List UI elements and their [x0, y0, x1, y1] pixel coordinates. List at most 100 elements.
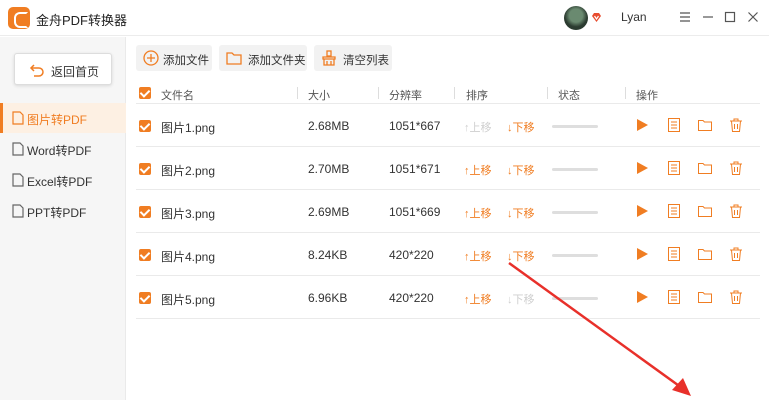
folder-icon — [226, 52, 242, 65]
move-up-button[interactable]: ↑上移 — [464, 205, 492, 221]
document-icon[interactable] — [666, 289, 682, 305]
add-folder-label: 添加文件夹 — [248, 55, 306, 67]
header-status: 状态 — [558, 90, 580, 102]
file-name: 图片5.png — [161, 293, 216, 307]
back-home-label: 返回首页 — [51, 65, 100, 79]
vip-badge-icon[interactable] — [591, 12, 602, 23]
clear-list-button[interactable]: 清空列表 — [314, 45, 392, 71]
file-name: 图片2.png — [161, 164, 216, 178]
conversion-progress-bar — [552, 125, 598, 128]
file-size: 2.69MB — [308, 205, 350, 219]
username[interactable]: Lyan — [621, 10, 647, 24]
document-icon — [12, 142, 24, 156]
sidebar: 返回首页 图片转PDF Word转PDF Excel转PDF PPT转PDF — [0, 37, 126, 400]
conversion-progress-bar — [552, 211, 598, 214]
move-down-button[interactable]: ↓下移 — [507, 291, 535, 307]
file-size: 8.24KB — [308, 248, 348, 262]
play-icon[interactable] — [634, 203, 650, 219]
menu-icon[interactable] — [677, 9, 693, 25]
back-arrow-icon — [29, 64, 44, 77]
folder-icon[interactable] — [697, 289, 713, 305]
app-title: 金舟PDF转换器 — [36, 13, 128, 28]
move-down-button[interactable]: ↓下移 — [507, 205, 535, 221]
column-divider — [378, 87, 379, 99]
sidebar-item-image-to-pdf[interactable]: 图片转PDF — [0, 103, 126, 133]
document-icon[interactable] — [666, 160, 682, 176]
move-down-button[interactable]: ↓下移 — [507, 248, 535, 264]
file-resolution: 420*220 — [389, 248, 434, 262]
move-up-button[interactable]: ↑上移 — [464, 248, 492, 264]
add-folder-button[interactable]: 添加文件夹 — [219, 45, 307, 71]
trash-icon[interactable] — [728, 246, 744, 262]
header-filename: 文件名 — [161, 90, 194, 102]
minimize-icon[interactable] — [700, 9, 716, 25]
file-size: 2.68MB — [308, 119, 350, 133]
conversion-progress-bar — [552, 168, 598, 171]
maximize-icon[interactable] — [722, 9, 738, 25]
sidebar-item-label: 图片转PDF — [27, 113, 88, 127]
table-row[interactable]: 图片1.png 2.68MB 1051*667 ↑上移 ↓下移 — [136, 104, 760, 147]
column-divider — [625, 87, 626, 99]
row-checkbox[interactable] — [139, 163, 151, 175]
header-sort: 排序 — [466, 90, 488, 102]
select-all-checkbox[interactable] — [139, 87, 151, 99]
folder-icon[interactable] — [697, 160, 713, 176]
header-resolution: 分辨率 — [389, 90, 422, 102]
row-checkbox[interactable] — [139, 249, 151, 261]
row-checkbox[interactable] — [139, 206, 151, 218]
user-avatar[interactable] — [564, 6, 588, 30]
document-icon[interactable] — [666, 117, 682, 133]
move-down-button[interactable]: ↓下移 — [507, 119, 535, 135]
folder-icon[interactable] — [697, 203, 713, 219]
folder-icon[interactable] — [697, 246, 713, 262]
add-circle-icon — [143, 50, 159, 66]
document-icon[interactable] — [666, 246, 682, 262]
document-icon — [12, 173, 24, 187]
play-icon[interactable] — [634, 289, 650, 305]
sidebar-item-word-to-pdf[interactable]: Word转PDF — [0, 134, 126, 164]
play-icon[interactable] — [634, 117, 650, 133]
add-file-label: 添加文件 — [163, 55, 209, 67]
table-row[interactable]: 图片5.png 6.96KB 420*220 ↑上移 ↓下移 — [136, 276, 760, 319]
document-icon[interactable] — [666, 203, 682, 219]
broom-icon — [322, 50, 336, 66]
add-file-button[interactable]: 添加文件 — [136, 45, 212, 71]
trash-icon[interactable] — [728, 160, 744, 176]
sidebar-item-label: PPT转PDF — [27, 206, 87, 220]
play-icon[interactable] — [634, 160, 650, 176]
row-checkbox[interactable] — [139, 292, 151, 304]
sidebar-item-excel-to-pdf[interactable]: Excel转PDF — [0, 165, 126, 195]
table-row[interactable]: 图片3.png 2.69MB 1051*669 ↑上移 ↓下移 — [136, 190, 760, 233]
header-actions: 操作 — [636, 90, 658, 102]
sidebar-item-ppt-to-pdf[interactable]: PPT转PDF — [0, 196, 126, 226]
column-divider — [454, 87, 455, 99]
header-size: 大小 — [308, 90, 330, 102]
file-resolution: 420*220 — [389, 291, 434, 305]
file-name: 图片4.png — [161, 250, 216, 264]
sidebar-item-label: Excel转PDF — [27, 175, 93, 189]
folder-icon[interactable] — [697, 117, 713, 133]
column-divider — [547, 87, 548, 99]
clear-list-label: 清空列表 — [343, 55, 389, 67]
trash-icon[interactable] — [728, 289, 744, 305]
file-name: 图片1.png — [161, 121, 216, 135]
file-resolution: 1051*667 — [389, 119, 441, 133]
close-icon[interactable] — [745, 9, 761, 25]
table-row[interactable]: 图片4.png 8.24KB 420*220 ↑上移 ↓下移 — [136, 233, 760, 276]
play-icon[interactable] — [634, 246, 650, 262]
move-down-button[interactable]: ↓下移 — [507, 162, 535, 178]
row-checkbox[interactable] — [139, 120, 151, 132]
trash-icon[interactable] — [728, 117, 744, 133]
document-icon — [12, 204, 24, 218]
conversion-progress-bar — [552, 297, 598, 300]
conversion-progress-bar — [552, 254, 598, 257]
file-resolution: 1051*669 — [389, 205, 441, 219]
move-up-button[interactable]: ↑上移 — [464, 291, 492, 307]
move-up-button[interactable]: ↑上移 — [464, 119, 492, 135]
table-row[interactable]: 图片2.png 2.70MB 1051*671 ↑上移 ↓下移 — [136, 147, 760, 190]
back-home-button[interactable]: 返回首页 — [14, 53, 112, 85]
file-size: 6.96KB — [308, 291, 348, 305]
column-divider — [297, 87, 298, 99]
trash-icon[interactable] — [728, 203, 744, 219]
move-up-button[interactable]: ↑上移 — [464, 162, 492, 178]
